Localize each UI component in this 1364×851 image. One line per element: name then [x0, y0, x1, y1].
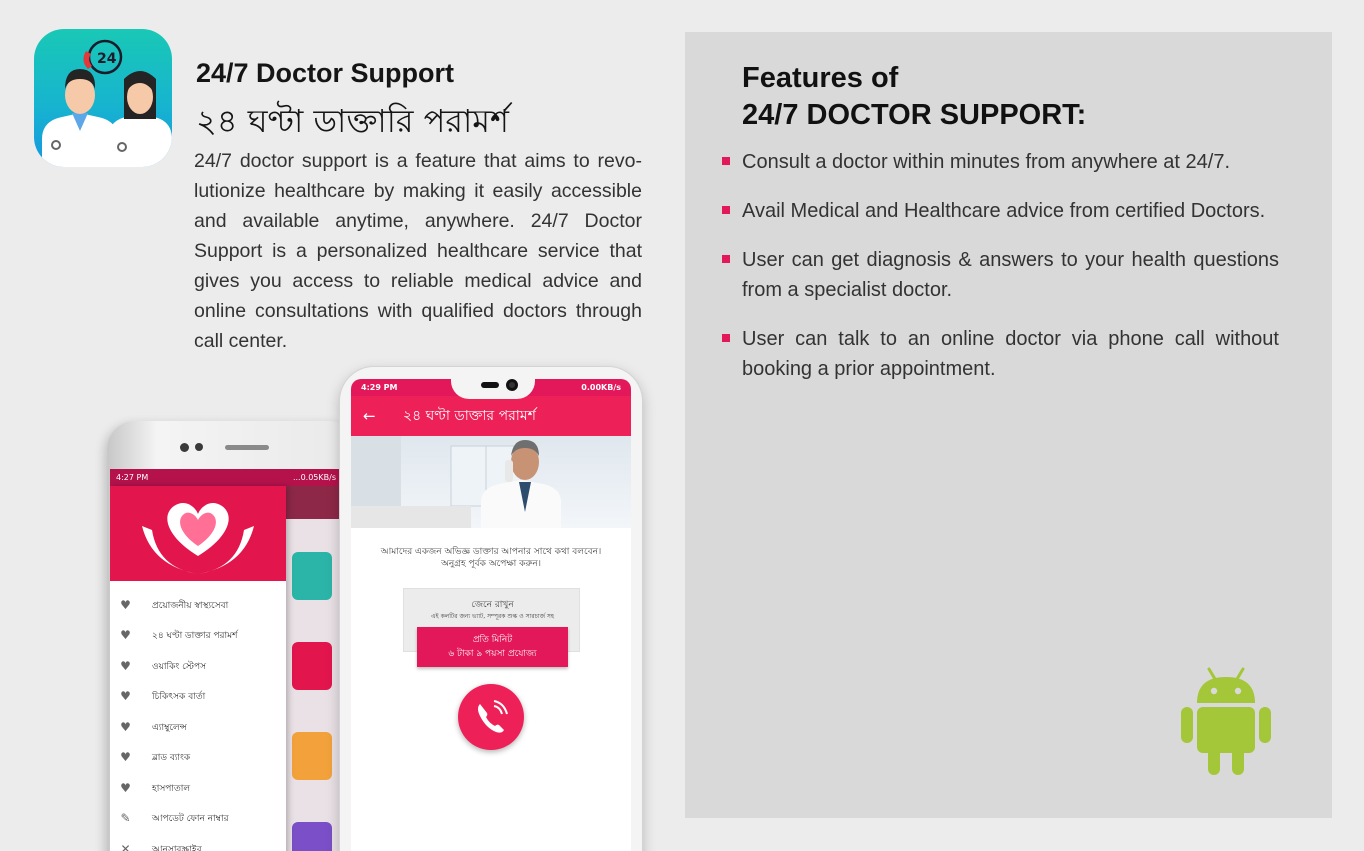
drawer-item-hospital[interactable]: ♥ হাসপাতাল — [110, 773, 286, 804]
drawer-menu: ♥ প্রয়োজনীয় স্বাস্থ্যসেবা ♥ ২৪ ঘণ্টা ডাক… — [110, 590, 286, 851]
status-bar: 4:27 PM ...0.05KB/s — [110, 469, 342, 486]
drawer-header — [110, 486, 286, 581]
heart-hand-icon: ♥ — [120, 750, 131, 765]
app-bar: ← ২৪ ঘণ্টা ডাক্তার পরামর্শ — [351, 396, 631, 436]
bullet-icon — [722, 334, 730, 342]
sensor-icon — [481, 382, 499, 388]
phone-call-icon — [478, 700, 508, 733]
phone-notch — [451, 369, 535, 399]
bullet-icon — [722, 206, 730, 214]
drawer-item-essential-health[interactable]: ♥ প্রয়োজনীয় স্বাস্থ্যসেবা — [110, 590, 286, 621]
phone-front-screen: 4:29 PM 0.00KB/s ← ২৪ ঘণ্টা ডাক্তার পরাম… — [351, 379, 631, 851]
sensor-icon — [195, 443, 203, 451]
feature-item: Consult a doctor within minutes from any… — [722, 147, 1279, 177]
app-description: 24/7 doctor support is a feature that ai… — [194, 150, 642, 352]
drawer-item-unsubscribe[interactable]: ✕ আনসাবস্ক্রাইব — [110, 834, 286, 851]
heart-hand-icon: ♥ — [120, 658, 131, 673]
drawer-item-walking-steps[interactable]: ♥ ওয়াকিং স্টেপস — [110, 651, 286, 682]
android-logo-icon — [1179, 665, 1273, 777]
close-icon: ✕ — [120, 841, 131, 851]
doctor-illustration — [351, 436, 561, 528]
status-time: 4:29 PM — [361, 383, 398, 392]
feature-item: User can talk to an online doctor via ph… — [722, 324, 1279, 384]
navigation-drawer: ♥ প্রয়োজনীয় স্বাস্থ্যসেবা ♥ ২৪ ঘণ্টা ডাক… — [110, 486, 286, 851]
drawer-item-blood-bank[interactable]: ♥ ব্লাড ব্যাংক — [110, 743, 286, 774]
heart-hand-icon: ♥ — [120, 719, 131, 734]
app-title: 24/7 Doctor Support — [196, 58, 455, 88]
app-title-bangla: ২৪ ঘণ্টা ডাক্তারি পরামর্শ — [196, 102, 509, 140]
drawer-item-ambulance[interactable]: ♥ এ্যাম্বুলেন্স — [110, 712, 286, 743]
feature-item: User can get diagnosis & answers to your… — [722, 245, 1279, 305]
status-time: 4:27 PM — [116, 473, 149, 482]
bullet-icon — [722, 157, 730, 165]
notice-text: এই কলটির জন্য ভ্যাট, সম্পূরক শুল্ক ও সার… — [430, 613, 554, 620]
heart-hand-icon: ♥ — [120, 597, 131, 612]
features-panel: Features of 24/7 DOCTOR SUPPORT: Consult… — [685, 32, 1332, 818]
status-network: 0.00KB/s — [581, 383, 621, 392]
heart-hand-icon: ♥ — [120, 689, 131, 704]
phone-back-screen: 4:27 PM ...0.05KB/s ♥ প্রয়োজনীয় স্বাস্থ… — [110, 469, 342, 851]
drawer-item-update-phone[interactable]: ✎ আপডেট ফোন নাম্বার — [110, 804, 286, 835]
call-button[interactable] — [458, 684, 524, 750]
feature-item: Avail Medical and Healthcare advice from… — [722, 196, 1279, 226]
camera-icon — [180, 443, 189, 452]
doctor-on-phone-photo — [351, 436, 631, 528]
features-list: Consult a doctor within minutes from any… — [722, 147, 1279, 403]
heart-hand-icon: ♥ — [120, 780, 131, 795]
drawer-item-doctor-message[interactable]: ♥ চিকিৎসক বার্তা — [110, 682, 286, 713]
features-title: Features of 24/7 DOCTOR SUPPORT: — [742, 62, 1087, 131]
pencil-icon: ✎ — [120, 811, 131, 826]
heart-in-hands-icon — [142, 503, 254, 574]
doctors-icon: 24 — [42, 39, 172, 167]
rate-badge: প্রতি মিনিট ৬ টাকা ৯ পয়সা প্রযোজ্য — [417, 627, 568, 667]
speaker-grill — [225, 445, 269, 450]
home-tiles-behind-drawer — [286, 486, 342, 851]
back-arrow-icon[interactable]: ← — [363, 406, 383, 426]
heart-hand-icon: ♥ — [120, 628, 131, 643]
app-bar-title: ২৪ ঘণ্টা ডাক্তার পরামর্শ — [403, 408, 536, 424]
wait-message: আমাদের একজন অভিজ্ঞ ডাক্তার আপনার সাথে কথ… — [380, 547, 602, 569]
bullet-icon — [722, 255, 730, 263]
status-network: ...0.05KB/s — [292, 473, 336, 482]
app-icon: 24 — [34, 29, 172, 167]
front-camera-icon — [506, 379, 518, 391]
drawer-item-doctor-consult[interactable]: ♥ ২৪ ঘণ্টা ডাক্তার পরামর্শ — [110, 621, 286, 652]
notice-title: জেনে রাখুন — [471, 600, 514, 610]
icon-24-badge: 24 — [97, 51, 117, 67]
